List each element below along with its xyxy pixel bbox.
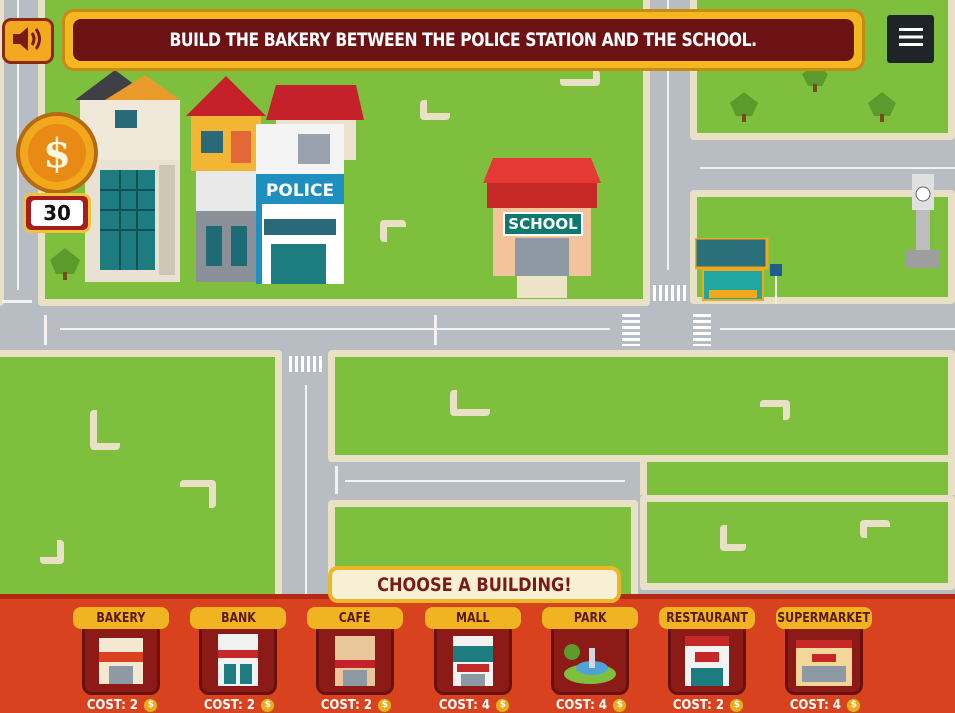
sound-button[interactable] (2, 18, 54, 64)
apartment-building (75, 70, 185, 282)
building-cost: COST: 2 (320, 697, 372, 713)
tree-icon (50, 248, 80, 280)
bakery-icon (82, 621, 160, 695)
road-line (44, 315, 47, 345)
coin-icon: $ (377, 697, 393, 713)
instruction-banner: BUILD THE BAKERY BETWEEN THE POLICE STAT… (62, 9, 865, 71)
road-line (305, 385, 307, 595)
crosswalk (693, 314, 711, 346)
building-label: BANK (220, 610, 256, 626)
crosswalk (653, 285, 687, 301)
tree-icon (730, 92, 758, 122)
cafe-icon (316, 621, 394, 695)
bus-stop (693, 236, 785, 304)
coin-icon: $ (729, 697, 745, 713)
police-station: POLICE (256, 124, 344, 284)
road-line (720, 328, 955, 330)
building-cost: COST: 2 (203, 697, 255, 713)
building-label: SUPERMARKET (777, 610, 871, 626)
coin-counter: 30 (23, 193, 91, 233)
coin-icon: $ (143, 697, 159, 713)
coin-icon: $ (495, 697, 511, 713)
building-cost: COST: 4 (438, 697, 490, 713)
road-line (2, 300, 32, 303)
building-selection-panel: BAKERY COST: 2 $ BANK COST: 2 $ CAFÉ COST:… (0, 594, 955, 713)
building-cost: COST: 2 (86, 697, 138, 713)
supermarket-icon (785, 621, 863, 695)
dollar-coin-icon: $ (16, 112, 98, 194)
panel-title-text: CHOOSE A BUILDING! (377, 573, 572, 596)
building-label: PARK (573, 610, 607, 626)
crosswalk (289, 356, 323, 372)
fountain-icon (551, 621, 629, 695)
building-card-park[interactable]: PARK COST: 4 $ (538, 607, 642, 713)
police-sign: POLICE (265, 181, 335, 201)
tree-icon (868, 92, 896, 122)
coin-icon: $ (260, 697, 276, 713)
building-label: RESTAURANT (666, 610, 748, 626)
panel-title: CHOOSE A BUILDING! (328, 566, 621, 603)
speaker-icon (11, 25, 45, 57)
bank-icon (199, 621, 277, 695)
school-building: SCHOOL (483, 158, 601, 298)
building-card-bank[interactable]: BANK COST: 2 $ (186, 607, 290, 713)
crosswalk (622, 314, 640, 346)
coin-icon: $ (846, 697, 862, 713)
coin-count: 30 (31, 200, 83, 226)
building-card-cafe[interactable]: CAFÉ COST: 2 $ (303, 607, 407, 713)
mall-icon (434, 621, 512, 695)
restaurant-icon (668, 621, 746, 695)
road-line (60, 328, 610, 330)
building-label: MALL (456, 610, 490, 626)
building-card-restaurant[interactable]: RESTAURANT COST: 2 $ (655, 607, 759, 713)
road-line (335, 466, 338, 494)
menu-button[interactable] (887, 15, 934, 63)
building-label: CAFÉ (339, 610, 371, 626)
building-card-supermarket[interactable]: SUPERMARKET COST: 4 $ (772, 607, 876, 713)
building-cost: COST: 2 (672, 697, 724, 713)
road-line (700, 167, 955, 169)
house-building (186, 76, 266, 282)
instruction-text: BUILD THE BAKERY BETWEEN THE POLICE STAT… (169, 29, 758, 51)
road-line (345, 480, 625, 482)
coin-icon: $ (612, 697, 628, 713)
building-label: BAKERY (96, 610, 146, 626)
building-cost: COST: 4 (789, 697, 841, 713)
building-card-mall[interactable]: MALL COST: 4 $ (421, 607, 525, 713)
building-cost: COST: 4 (555, 697, 607, 713)
hamburger-menu-icon (898, 27, 923, 51)
school-sign: SCHOOL (503, 212, 583, 236)
clock-tower (906, 174, 940, 268)
building-card-bakery[interactable]: BAKERY COST: 2 $ (69, 607, 173, 713)
road-line (434, 315, 437, 345)
